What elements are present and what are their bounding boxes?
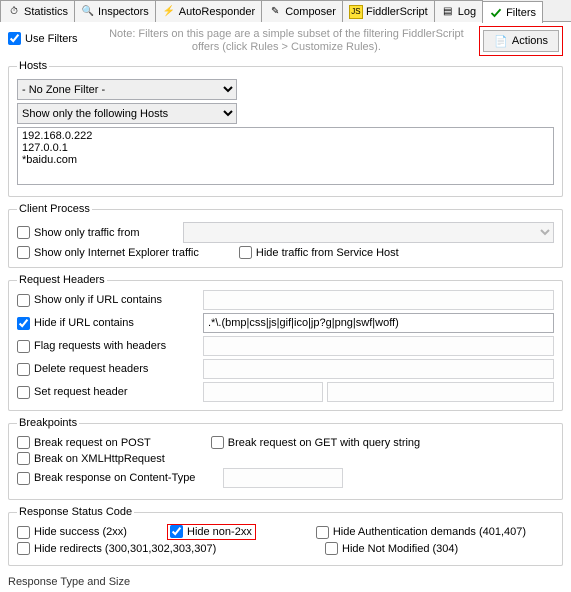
tab-filters[interactable]: Filters	[482, 1, 543, 23]
tab-label: Log	[458, 6, 476, 18]
hide-success-checkbox[interactable]: Hide success (2xx)	[17, 526, 157, 539]
break-resp-ct-checkbox[interactable]: Break response on Content-Type	[17, 472, 217, 485]
zone-filter-select[interactable]: - No Zone Filter -	[17, 79, 237, 100]
status-code-group: Response Status Code Hide success (2xx) …	[8, 506, 563, 566]
magnifier-icon: 🔍	[81, 5, 95, 19]
actions-highlight: 📄 Actions	[479, 26, 563, 56]
tab-statistics[interactable]: ⏱Statistics	[0, 0, 75, 22]
hide-url-input[interactable]	[203, 313, 554, 333]
tab-bar: ⏱Statistics 🔍Inspectors ⚡AutoResponder ✎…	[0, 0, 571, 22]
breakpoints-legend: Breakpoints	[17, 417, 79, 429]
actions-icon: 📄	[494, 35, 508, 48]
tab-label: AutoResponder	[179, 6, 255, 18]
hosts-group: Hosts - No Zone Filter - Show only the f…	[8, 60, 563, 197]
break-resp-ct-input	[223, 468, 343, 488]
tab-log[interactable]: ▤Log	[434, 0, 483, 22]
request-headers-legend: Request Headers	[17, 274, 107, 286]
tab-label: Inspectors	[98, 6, 149, 18]
ie-only-checkbox[interactable]: Show only Internet Explorer traffic	[17, 246, 199, 259]
tab-label: Statistics	[24, 6, 68, 18]
show-url-input	[203, 290, 554, 310]
host-list-textarea[interactable]	[17, 127, 554, 185]
actions-button[interactable]: 📄 Actions	[483, 30, 559, 52]
log-icon: ▤	[441, 5, 455, 19]
flag-headers-input	[203, 336, 554, 356]
filters-panel: Use Filters Note: Filters on this page a…	[0, 22, 571, 592]
hide-url-checkbox[interactable]: Hide if URL contains	[17, 317, 197, 330]
tab-autoresponder[interactable]: ⚡AutoResponder	[155, 0, 262, 22]
js-icon: JS	[349, 5, 363, 19]
break-xhr-checkbox[interactable]: Break on XMLHttpRequest	[17, 452, 165, 465]
actions-label: Actions	[512, 35, 548, 47]
flag-headers-checkbox[interactable]: Flag requests with headers	[17, 340, 197, 353]
hide-non2xx-checkbox[interactable]: Hide non-2xx	[170, 525, 252, 538]
delete-headers-checkbox[interactable]: Delete request headers	[17, 363, 197, 376]
tab-inspectors[interactable]: 🔍Inspectors	[74, 0, 156, 22]
use-filters-checkbox[interactable]: Use Filters	[8, 32, 78, 45]
client-process-legend: Client Process	[17, 203, 92, 215]
tab-label: FiddlerScript	[366, 6, 428, 18]
use-filters-label: Use Filters	[25, 33, 78, 45]
tab-label: Composer	[285, 6, 336, 18]
breakpoints-group: Breakpoints Break request on POST Break …	[8, 417, 563, 500]
filters-note: Note: Filters on this page are a simple …	[78, 26, 480, 56]
client-process-group: Client Process Show only traffic from Sh…	[8, 203, 563, 268]
process-select	[183, 222, 554, 243]
hide-non2xx-highlight: Hide non-2xx	[167, 524, 256, 540]
show-url-checkbox[interactable]: Show only if URL contains	[17, 294, 197, 307]
hide-notmodified-checkbox[interactable]: Hide Not Modified (304)	[325, 542, 458, 555]
hide-redirects-checkbox[interactable]: Hide redirects (300,301,302,303,307)	[17, 542, 267, 555]
delete-headers-input	[203, 359, 554, 379]
status-legend: Response Status Code	[17, 506, 134, 518]
hosts-legend: Hosts	[17, 60, 49, 72]
tab-fiddlerscript[interactable]: JSFiddlerScript	[342, 0, 435, 22]
stopwatch-icon: ⏱	[7, 5, 21, 19]
next-group-legend-cut: Response Type and Size	[8, 572, 563, 588]
break-get-qs-checkbox[interactable]: Break request on GET with query string	[211, 436, 420, 449]
lightning-icon: ⚡	[162, 5, 176, 19]
pencil-icon: ✎	[268, 5, 282, 19]
break-post-checkbox[interactable]: Break request on POST	[17, 436, 151, 449]
host-filter-select[interactable]: Show only the following Hosts	[17, 103, 237, 124]
tab-label: Filters	[506, 7, 536, 19]
request-headers-group: Request Headers Show only if URL contain…	[8, 274, 563, 411]
checkmark-icon	[489, 6, 503, 20]
set-header-checkbox[interactable]: Set request header	[17, 386, 197, 399]
hide-svchost-checkbox[interactable]: Hide traffic from Service Host	[239, 246, 399, 259]
set-header-name-input	[203, 382, 323, 402]
tab-composer[interactable]: ✎Composer	[261, 0, 343, 22]
show-only-traffic-checkbox[interactable]: Show only traffic from	[17, 226, 177, 239]
use-filters-input[interactable]	[8, 32, 21, 45]
hide-auth-checkbox[interactable]: Hide Authentication demands (401,407)	[316, 526, 526, 539]
set-header-value-input	[327, 382, 554, 402]
